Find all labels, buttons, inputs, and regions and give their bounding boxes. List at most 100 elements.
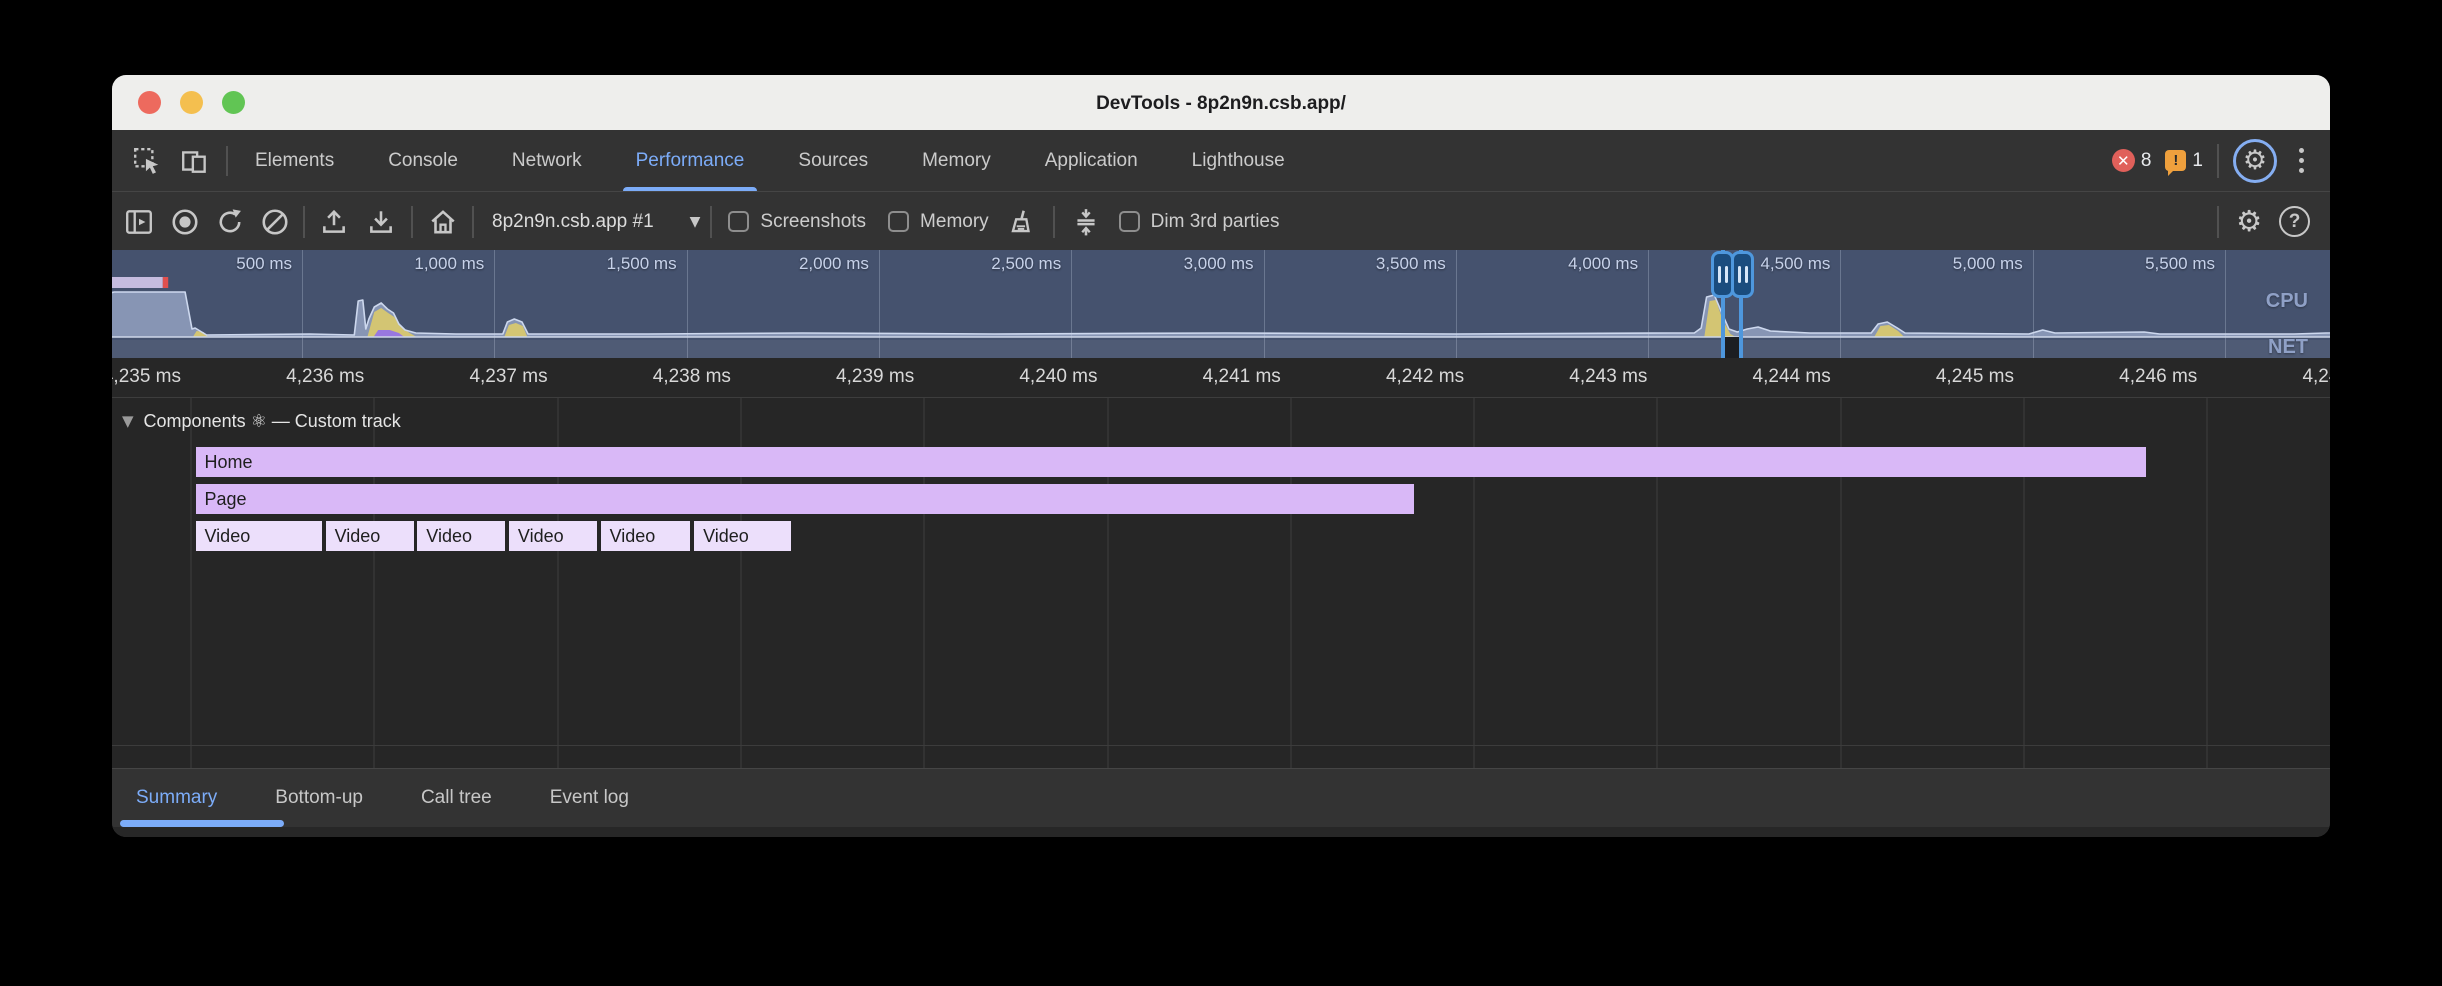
ruler-tick-label: 4,245 ms <box>1936 366 2014 388</box>
overview-tick-label: 2,500 ms <box>991 254 1061 274</box>
ruler-tick-label: 4,246 ms <box>2119 366 2197 388</box>
flame-bar-home[interactable]: Home <box>196 447 2146 477</box>
issues-count: 1 <box>2192 150 2203 172</box>
overview-tick-label: 1,000 ms <box>414 254 484 274</box>
performance-toolbar: 8p2n9n.csb.app #1 ▼ Screenshots Memory <box>112 193 2330 250</box>
net-lane-label: NET <box>2268 336 2308 358</box>
toolbar-separator <box>303 206 305 238</box>
tab-bottom-up[interactable]: Bottom-up <box>246 787 392 809</box>
memory-checkbox[interactable] <box>888 211 909 232</box>
overview-gridline <box>2225 250 2226 358</box>
overview-gridline <box>1456 250 1457 358</box>
device-toolbar-icon[interactable] <box>180 146 210 176</box>
clear-icon[interactable] <box>260 207 290 237</box>
memory-toggle[interactable]: Memory <box>888 211 989 233</box>
dim-3rd-parties-label: Dim 3rd parties <box>1151 211 1280 233</box>
settings-button-focused[interactable]: ⚙ <box>2233 139 2277 183</box>
overview-gridline <box>1648 250 1649 358</box>
overview-gridline <box>1264 250 1265 358</box>
overview-gridline <box>302 250 303 358</box>
more-options-icon[interactable] <box>2291 148 2312 173</box>
flame-bar-video[interactable]: Video <box>509 521 597 551</box>
tab-console[interactable]: Console <box>361 130 485 191</box>
ruler-tick-label: 4,237 ms <box>469 366 547 388</box>
tab-application[interactable]: Application <box>1018 130 1165 191</box>
cpu-lane-label: CPU <box>2266 290 2308 313</box>
tab-sources[interactable]: Sources <box>771 130 895 191</box>
download-profile-icon[interactable] <box>366 207 396 237</box>
inspect-element-icon[interactable] <box>132 146 162 176</box>
ruler-tick-label: 4,244 ms <box>1753 366 1831 388</box>
collapse-tracks-icon[interactable] <box>1071 207 1101 237</box>
screenshots-checkbox[interactable] <box>728 211 749 232</box>
tab-lighthouse[interactable]: Lighthouse <box>1165 130 1312 191</box>
flame-chart-area[interactable]: ▼ Components ⚛ — Custom track Home Page Vi… <box>112 398 2330 768</box>
toolbar-separator <box>411 206 413 238</box>
target-selector[interactable]: 8p2n9n.csb.app #1 ▼ <box>482 211 710 233</box>
overview-tick-label: 3,000 ms <box>1184 254 1254 274</box>
overview-gridline <box>1071 250 1072 358</box>
flame-bar-video[interactable]: Video <box>694 521 791 551</box>
active-tab-underline <box>120 820 284 827</box>
reload-and-record-icon[interactable] <box>215 207 245 237</box>
overview-tick-label: 1,500 ms <box>607 254 677 274</box>
issues-badge[interactable]: ! 1 <box>2165 150 2203 172</box>
screenshots-label: Screenshots <box>760 211 866 233</box>
ruler-tick-label: 4,239 ms <box>836 366 914 388</box>
tab-event-log[interactable]: Event log <box>521 787 658 809</box>
collect-garbage-icon[interactable] <box>1006 207 1036 237</box>
flame-bar-video[interactable]: Video <box>417 521 505 551</box>
selection-window <box>1725 337 1739 358</box>
ruler-tick-label: 4,235 ms <box>112 366 181 388</box>
custom-track-header[interactable]: ▼ Components ⚛ — Custom track <box>122 405 401 437</box>
net-lane <box>112 340 2330 358</box>
memory-label: Memory <box>920 211 989 233</box>
overview-tick-label: 4,000 ms <box>1568 254 1638 274</box>
window-title: DevTools - 8p2n9n.csb.app/ <box>112 75 2330 130</box>
toggle-sidebar-icon[interactable] <box>124 207 154 237</box>
tab-performance[interactable]: Performance <box>609 130 772 191</box>
tab-elements[interactable]: Elements <box>228 130 361 191</box>
panel-tabs: ElementsConsoleNetworkPerformanceSources… <box>228 130 1312 191</box>
custom-track-title: Components ⚛ — Custom track <box>144 411 401 432</box>
tab-summary[interactable]: Summary <box>136 787 246 809</box>
selection-right-handle[interactable] <box>1731 251 1754 298</box>
window-bottom-edge <box>112 827 2330 837</box>
record-icon[interactable] <box>170 207 200 237</box>
titlebar: DevTools - 8p2n9n.csb.app/ <box>112 75 2330 130</box>
tab-call-tree[interactable]: Call tree <box>392 787 521 809</box>
overview-gridline <box>687 250 688 358</box>
tabbar-separator <box>2217 144 2219 178</box>
tabbar-right: ✕ 8 ! 1 ⚙ <box>2112 139 2330 183</box>
performance-settings-icon[interactable]: ⚙ <box>2236 207 2262 236</box>
ruler-tick-label: 4,247 ms <box>2302 366 2330 388</box>
home-icon[interactable] <box>428 207 458 237</box>
ruler-tick-label: 4,238 ms <box>653 366 731 388</box>
overview-tick-label: 5,000 ms <box>1953 254 2023 274</box>
collapse-caret-icon[interactable]: ▼ <box>122 412 134 430</box>
error-badge[interactable]: ✕ 8 <box>2112 149 2152 172</box>
flame-bar-page[interactable]: Page <box>196 484 1415 514</box>
details-tabbar: SummaryBottom-upCall treeEvent log <box>112 768 2330 837</box>
help-icon[interactable]: ? <box>2279 206 2310 237</box>
flame-bar-video[interactable]: Video <box>196 521 323 551</box>
issues-icon: ! <box>2165 150 2186 171</box>
tab-network[interactable]: Network <box>485 130 609 191</box>
screenshots-toggle[interactable]: Screenshots <box>728 211 866 233</box>
flame-bar-video[interactable]: Video <box>326 521 414 551</box>
time-ruler: 4,235 ms4,236 ms4,237 ms4,238 ms4,239 ms… <box>112 358 2330 398</box>
overview-tick-label: 5,500 ms <box>2145 254 2215 274</box>
toolbar-separator <box>472 206 474 238</box>
gear-icon: ⚙ <box>2243 147 2267 174</box>
upload-profile-icon[interactable] <box>319 207 349 237</box>
flame-gridline <box>190 398 192 768</box>
timeline-overview[interactable]: 500 ms1,000 ms1,500 ms2,000 ms2,500 ms3,… <box>112 250 2330 358</box>
flame-bar-video[interactable]: Video <box>601 521 691 551</box>
dim-3rd-parties-checkbox[interactable] <box>1119 211 1140 232</box>
ruler-tick-label: 4,243 ms <box>1569 366 1647 388</box>
tab-memory[interactable]: Memory <box>895 130 1018 191</box>
toolbar-separator <box>710 206 712 238</box>
overview-gridline <box>494 250 495 358</box>
toolbar-separator <box>2217 206 2219 238</box>
dim-3rd-parties-toggle[interactable]: Dim 3rd parties <box>1119 211 1280 233</box>
